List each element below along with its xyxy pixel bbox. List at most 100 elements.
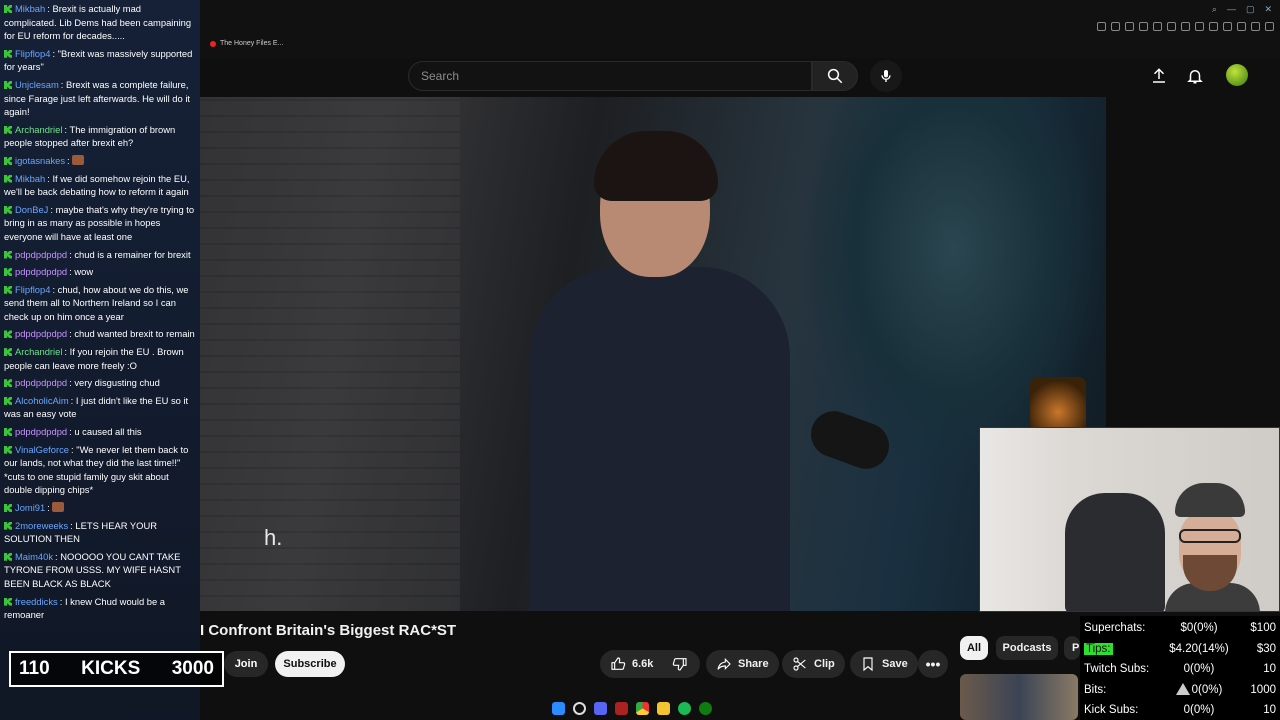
- heart-icon[interactable]: [1181, 22, 1190, 31]
- save-button[interactable]: Save: [850, 650, 918, 678]
- chat-message: Mikbah: If we did somehow rejoin the EU,…: [4, 172, 190, 198]
- webcam-overlay: [979, 427, 1280, 612]
- obs-icon[interactable]: [615, 701, 628, 715]
- stats-value: 0(0%): [1183, 663, 1215, 676]
- chat-username[interactable]: freeddicks: [15, 596, 58, 607]
- chat-message: AlcoholicAim: I just didn't like the EU …: [4, 394, 189, 420]
- chat-username[interactable]: Archandriel: [15, 124, 62, 135]
- extension-icon[interactable]: [1111, 22, 1120, 31]
- chat-text: u caused all this: [74, 426, 142, 438]
- xbox-icon[interactable]: [699, 701, 712, 715]
- chat-message: freeddicks: I knew Chud would be a remoa…: [4, 595, 166, 621]
- chat-username[interactable]: pdpdpdpdpd: [15, 266, 67, 277]
- chat-username[interactable]: AlcoholicAim: [15, 395, 69, 406]
- join-button[interactable]: Join: [224, 651, 268, 677]
- chat-username[interactable]: Archandriel: [15, 346, 62, 357]
- stats-max: 10: [1263, 663, 1276, 676]
- share-button[interactable]: Share: [706, 650, 779, 678]
- kick-badge-icon: [4, 125, 12, 134]
- zoom-icon[interactable]: [1097, 22, 1106, 31]
- recommended-thumbnail[interactable]: [960, 674, 1078, 720]
- video-caption: h.: [264, 525, 283, 550]
- chat-username[interactable]: igotasnakes: [15, 155, 65, 166]
- chat-username[interactable]: Flipflop4: [15, 284, 50, 295]
- save-label: Save: [882, 658, 908, 670]
- stats-label: Bits:: [1084, 683, 1107, 696]
- extension-icon[interactable]: [1125, 22, 1134, 31]
- search-window-icon[interactable]: ⌕: [1212, 4, 1217, 15]
- chat-username[interactable]: Mikbah: [15, 3, 45, 14]
- kick-badge-icon: [4, 552, 12, 561]
- chat-username[interactable]: Unjclesam: [15, 79, 59, 90]
- minimize-icon[interactable]: —: [1227, 4, 1236, 15]
- video-player[interactable]: h.: [200, 97, 1106, 611]
- extension-icon[interactable]: [1139, 22, 1148, 31]
- chrome-icon[interactable]: [636, 701, 649, 715]
- kick-badge-icon: [4, 5, 12, 13]
- chat-username[interactable]: 2moreweeks: [15, 520, 68, 531]
- close-icon[interactable]: ✕: [1264, 4, 1272, 15]
- bookmark-icon: [863, 657, 873, 672]
- like-button[interactable]: 6.6k: [600, 650, 664, 678]
- search-button[interactable]: [812, 61, 858, 91]
- chip-all[interactable]: All: [960, 636, 988, 660]
- chat-username[interactable]: Flipflop4: [15, 48, 50, 59]
- extension-icon[interactable]: [1223, 22, 1232, 31]
- chat-username[interactable]: pdpdpdpdpd: [15, 249, 67, 260]
- stats-value: $4.20(14%): [1169, 642, 1229, 655]
- upload-button[interactable]: [1146, 63, 1172, 89]
- stats-label: Kick Subs:: [1084, 704, 1139, 717]
- stats-max: 10: [1263, 704, 1276, 717]
- bell-icon: [1187, 70, 1203, 84]
- chat-message: pdpdpdpdpd: chud wanted brexit to remain: [0, 325, 200, 343]
- stats-row-superchats: Superchats: $0(0%) $100: [1084, 618, 1276, 639]
- chat-message: pdpdpdpdpd: wow: [0, 263, 200, 281]
- chip-more[interactable]: P: [1064, 636, 1080, 660]
- discord-icon[interactable]: [594, 701, 607, 715]
- stats-value: 0(0%): [1191, 684, 1223, 697]
- extension-icon[interactable]: [1251, 22, 1260, 31]
- chat-username[interactable]: pdpdpdpdpd: [15, 328, 67, 339]
- windows-start-icon[interactable]: [552, 701, 565, 715]
- maximize-icon[interactable]: ▢: [1246, 4, 1255, 15]
- spotify-icon[interactable]: [678, 701, 691, 715]
- menu-icon[interactable]: [1265, 22, 1274, 31]
- chat-username[interactable]: pdpdpdpdpd: [15, 426, 67, 437]
- shield-icon[interactable]: [1153, 22, 1162, 31]
- chat-username[interactable]: pdpdpdpdpd: [15, 377, 67, 388]
- more-actions-button[interactable]: •••: [918, 650, 948, 678]
- chat-username[interactable]: Mikbah: [15, 173, 45, 184]
- chat-message: Archandriel: If you rejoin the EU . Brow…: [4, 346, 184, 371]
- voice-search-button[interactable]: [870, 60, 902, 92]
- chat-message: igotasnakes:: [0, 152, 200, 170]
- extension-icon[interactable]: [1167, 22, 1176, 31]
- search-input[interactable]: [409, 62, 811, 90]
- stats-value: 0(0%): [1183, 704, 1215, 717]
- chat-username[interactable]: Jomi91: [15, 502, 45, 513]
- subscribe-button[interactable]: Subscribe: [275, 651, 345, 677]
- chip-podcasts[interactable]: Podcasts: [996, 636, 1058, 660]
- extension-icon[interactable]: [1237, 22, 1246, 31]
- window-controls[interactable]: ⌕ — ▢ ✕: [1212, 4, 1272, 15]
- video-background: [200, 97, 460, 611]
- kick-badge-icon: [4, 80, 12, 89]
- dislike-button[interactable]: [664, 650, 700, 678]
- audio-icon[interactable]: [1209, 22, 1218, 31]
- stats-value: $0(0%): [1180, 622, 1218, 635]
- clip-button[interactable]: Clip: [782, 650, 845, 678]
- donation-stats-panel: Superchats: $0(0%) $100 Tips: $4.20(14%)…: [1080, 616, 1280, 720]
- kick-badge-icon: [4, 268, 12, 277]
- notifications-button[interactable]: [1182, 63, 1208, 89]
- search-box[interactable]: [408, 61, 812, 91]
- avatar[interactable]: [1226, 64, 1248, 86]
- search-icon: [827, 68, 843, 84]
- bookmark-item[interactable]: The Honey Files E...: [210, 40, 283, 47]
- folder-icon[interactable]: [657, 701, 670, 715]
- search-taskbar-icon[interactable]: [573, 701, 586, 715]
- chat-username[interactable]: VinalGeforce: [15, 444, 69, 455]
- chat-message: 2moreweeks: LETS HEAR YOUR SOLUTION THEN: [4, 519, 157, 545]
- play-icon[interactable]: [1195, 22, 1204, 31]
- chat-username[interactable]: DonBeJ: [15, 204, 48, 215]
- chat-username[interactable]: Maim40k: [15, 551, 53, 562]
- kick-badge-icon: [4, 49, 12, 58]
